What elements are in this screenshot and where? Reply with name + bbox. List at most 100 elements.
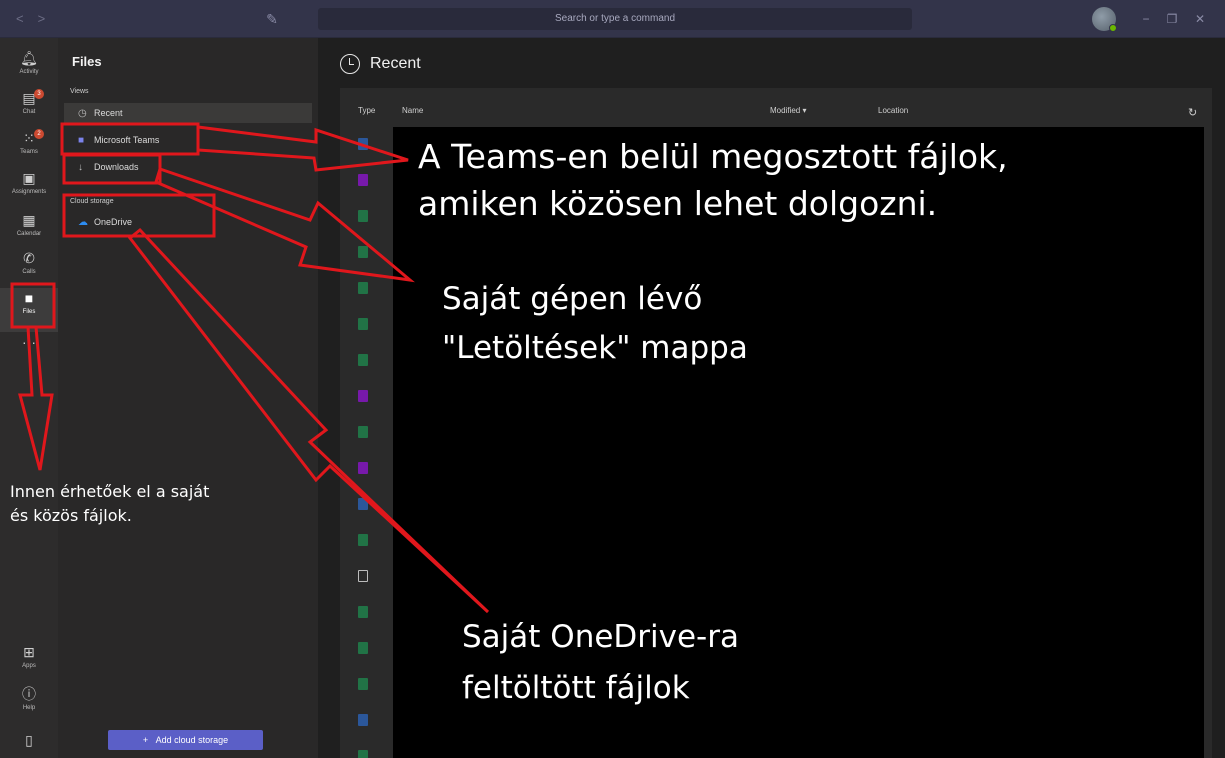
word-file-icon — [358, 498, 368, 510]
excel-file-icon — [358, 678, 368, 690]
nav-label: OneDrive — [94, 217, 133, 227]
excel-file-icon — [358, 354, 368, 366]
annotation-teams: A Teams-en belül megosztott fájlok, amik… — [418, 133, 1008, 227]
onenote-file-icon — [358, 390, 368, 402]
chevron-right-icon[interactable]: > — [38, 11, 60, 26]
cloud-storage-label: Cloud storage — [70, 198, 114, 205]
annotation-line: A Teams-en belül megosztott fájlok, — [418, 137, 1008, 176]
close-button[interactable]: ✕ — [1190, 10, 1210, 28]
clock-icon — [340, 53, 360, 74]
rail-item-activity[interactable]: 🔔︎ Activity — [0, 48, 58, 92]
minimize-button[interactable]: − — [1136, 10, 1156, 28]
col-type[interactable]: Type — [358, 106, 375, 115]
excel-file-icon — [358, 426, 368, 438]
excel-file-icon — [358, 318, 368, 330]
page-title-text: Recent — [370, 55, 421, 72]
rail-label: Teams — [20, 149, 38, 155]
rail-item-teams[interactable]: ⁙ 2 Teams — [0, 128, 58, 172]
search-input[interactable]: Search or type a command — [318, 8, 912, 30]
col-modified-label: Modified — [770, 106, 801, 115]
app-rail: 🔔︎ Activity ▤ 3 Chat ⁙ 2 Teams ▣ Assignm… — [0, 38, 58, 758]
nav-downloads[interactable]: ↓ Downloads — [64, 157, 312, 177]
excel-file-icon — [358, 534, 368, 546]
assignments-icon: ▣ — [22, 170, 36, 186]
annotation-onedrive: Saját OneDrive-ra feltöltött fájlok — [462, 612, 739, 714]
maximize-button[interactable]: ❐ — [1162, 10, 1182, 28]
col-name[interactable]: Name — [402, 106, 423, 115]
download-icon: ↓ — [78, 162, 83, 173]
rail-item-assignments[interactable]: ▣ Assignments — [0, 168, 58, 212]
annotation-line: "Letöltések" mappa — [442, 330, 748, 366]
rail-label: Calls — [22, 269, 36, 275]
cloud-icon: ☁ — [78, 217, 88, 228]
nav-onedrive[interactable]: ☁ OneDrive — [64, 212, 312, 232]
refresh-icon[interactable]: ↻ — [1188, 106, 1197, 119]
history-nav[interactable]: <> — [16, 11, 59, 26]
excel-file-icon — [358, 282, 368, 294]
chevron-left-icon[interactable]: < — [16, 11, 38, 26]
files-sidebar: Files Views ◷ Recent ■ Microsoft Teams ↓ Do… — [58, 38, 318, 758]
annotation-line: feltöltött fájlok — [462, 670, 690, 706]
file-file-icon — [358, 570, 368, 582]
help-icon: ⓘ — [22, 686, 36, 702]
teams-icon: ■ — [78, 135, 85, 146]
bell-icon: 🔔︎ — [20, 50, 38, 66]
chevron-down-icon: ▾ — [802, 106, 807, 115]
rail-item-chat[interactable]: ▤ 3 Chat — [0, 88, 58, 132]
views-section-label: Views — [70, 88, 89, 95]
apps-icon: ⊞ — [23, 644, 35, 660]
files-title: Files — [72, 54, 102, 69]
calendar-icon: ▦ — [22, 212, 36, 228]
nav-label: Microsoft Teams — [94, 135, 160, 145]
plus-icon: + — [142, 735, 156, 745]
rail-item-apps[interactable]: ⊞ Apps — [0, 642, 58, 686]
rail-label: Apps — [22, 663, 36, 669]
rail-item-help[interactable]: ⓘ Help — [0, 684, 58, 728]
presence-indicator — [1109, 24, 1117, 32]
file-icon: ■ — [24, 290, 34, 306]
excel-file-icon — [358, 642, 368, 654]
excel-file-icon — [358, 210, 368, 222]
teams-badge: 2 — [34, 129, 44, 139]
excel-file-icon — [358, 246, 368, 258]
more-icon: ··· — [22, 334, 36, 350]
nav-microsoft-teams[interactable]: ■ Microsoft Teams — [64, 130, 312, 150]
add-cloud-storage-button[interactable]: + Add cloud storage — [108, 730, 263, 750]
rail-label: Chat — [22, 109, 36, 115]
rail-item-files[interactable]: ■ Files — [0, 288, 58, 332]
rail-label: Calendar — [16, 231, 42, 237]
device-icon: ▯ — [25, 732, 33, 748]
col-modified[interactable]: Modified ▾ — [770, 106, 807, 115]
clock-icon: ◷ — [78, 108, 87, 119]
annotation-files: Innen érhetőek el a saját és közös fájlo… — [10, 480, 209, 528]
nav-label: Recent — [94, 108, 123, 118]
rail-item-calls[interactable]: ✆ Calls — [0, 248, 58, 292]
rail-label: Files — [22, 309, 36, 315]
phone-icon: ✆ — [23, 250, 35, 266]
device-button[interactable]: ▯ — [0, 730, 58, 756]
annotation-line: és közös fájlok. — [10, 506, 132, 525]
nav-label: Downloads — [94, 162, 139, 172]
more-apps-button[interactable]: ··· — [0, 332, 58, 352]
annotation-line: Saját gépen lévő — [442, 281, 703, 317]
word-file-icon — [358, 714, 368, 726]
annotation-line: Innen érhetőek el a saját — [10, 482, 210, 501]
col-location[interactable]: Location — [878, 106, 908, 115]
rail-label: Activity — [19, 69, 39, 75]
onenote-file-icon — [358, 174, 368, 186]
page-title: Recent — [340, 52, 421, 76]
rail-label: Assignments — [11, 189, 47, 195]
onenote-file-icon — [358, 462, 368, 474]
annotation-line: Saját OneDrive-ra — [462, 619, 739, 655]
annotation-line: amiken közösen lehet dolgozni. — [418, 184, 938, 223]
compose-icon[interactable]: ✎ — [262, 9, 282, 29]
excel-file-icon — [358, 750, 368, 758]
annotation-downloads: Saját gépen lévő "Letöltések" mappa — [442, 275, 748, 373]
title-bar: <> ✎ Search or type a command − ❐ ✕ — [0, 0, 1225, 38]
excel-file-icon — [358, 606, 368, 618]
word-file-icon — [358, 138, 368, 150]
avatar[interactable] — [1092, 7, 1117, 32]
add-cloud-label: Add cloud storage — [155, 735, 229, 745]
chat-badge: 3 — [34, 89, 44, 99]
nav-recent[interactable]: ◷ Recent — [64, 103, 312, 123]
